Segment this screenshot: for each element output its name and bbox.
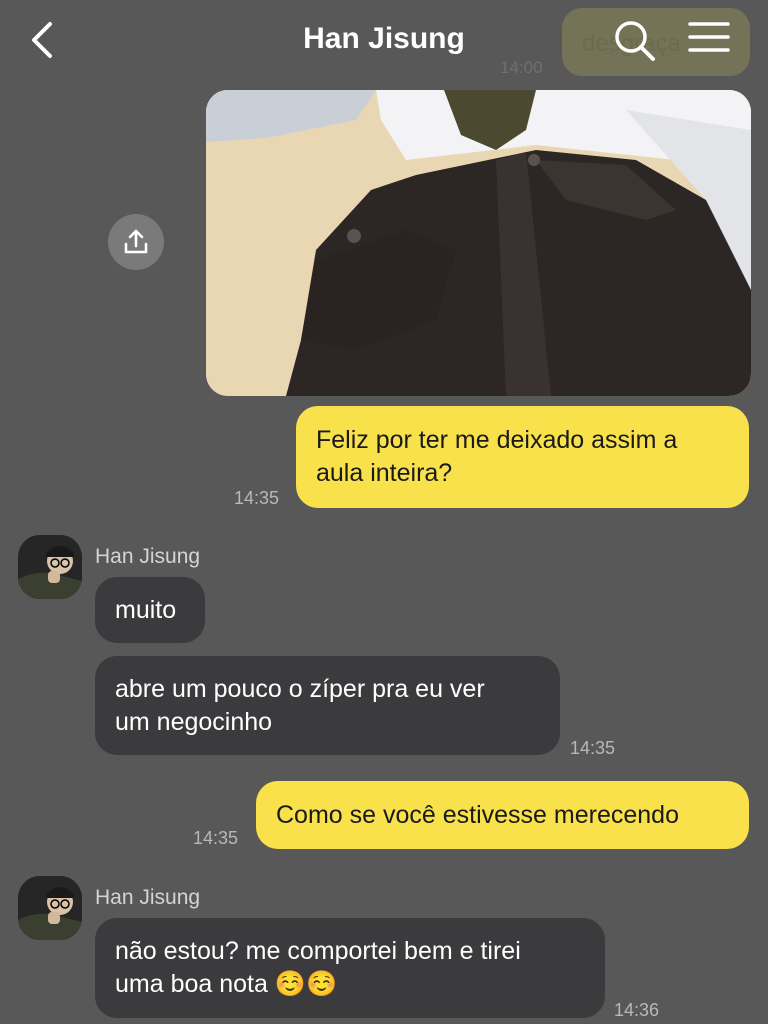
- photo-content: [206, 90, 751, 396]
- hamburger-menu-icon: [688, 22, 730, 52]
- message-timestamp: 14:35: [570, 738, 616, 758]
- contact-avatar[interactable]: [18, 535, 82, 599]
- message-text-line: Como se você estivesse merecendo: [276, 800, 679, 829]
- message-timestamp: 14:35: [193, 828, 239, 848]
- message-text-line: Feliz por ter me deixado assim a: [316, 426, 678, 454]
- received-message-bubble[interactable]: não estou? me comportei bem e tirei uma …: [95, 918, 605, 1018]
- chat-screen: desgraça 14:00 Han Jisung Feliz por ter …: [0, 0, 768, 1024]
- share-button[interactable]: [108, 214, 164, 270]
- contact-avatar[interactable]: [18, 876, 82, 940]
- sent-message-bubble[interactable]: Feliz por ter me deixado assim a aula in…: [296, 406, 749, 508]
- share-upload-icon: [124, 229, 148, 254]
- chat-header: Han Jisung: [0, 0, 768, 80]
- message-text-line: muito: [115, 595, 177, 624]
- avatar-image: [18, 535, 82, 599]
- menu-button[interactable]: [686, 18, 732, 58]
- avatar-image: [18, 876, 82, 940]
- message-timestamp: 14:35: [234, 488, 280, 508]
- sent-photo[interactable]: [206, 90, 751, 396]
- message-text-line: abre um pouco o zíper pra eu ver: [115, 674, 485, 703]
- message-text-line: aula inteira?: [316, 459, 453, 487]
- sender-name: Han Jisung: [95, 545, 201, 568]
- search-icon: [615, 21, 655, 61]
- message-text-line: não estou? me comportei bem e tirei: [115, 937, 521, 965]
- sender-name: Han Jisung: [95, 886, 201, 909]
- received-message-bubble[interactable]: abre um pouco o zíper pra eu ver um nego…: [95, 656, 560, 755]
- message-text-line: um negocinho: [115, 707, 273, 736]
- search-button[interactable]: [612, 18, 658, 64]
- message-timestamp: 14:36: [614, 1000, 660, 1020]
- sent-message-bubble[interactable]: Como se você estivesse merecendo: [256, 781, 749, 849]
- message-text-line: uma boa nota ☺️☺️: [115, 970, 338, 998]
- received-message-bubble[interactable]: muito: [95, 577, 205, 643]
